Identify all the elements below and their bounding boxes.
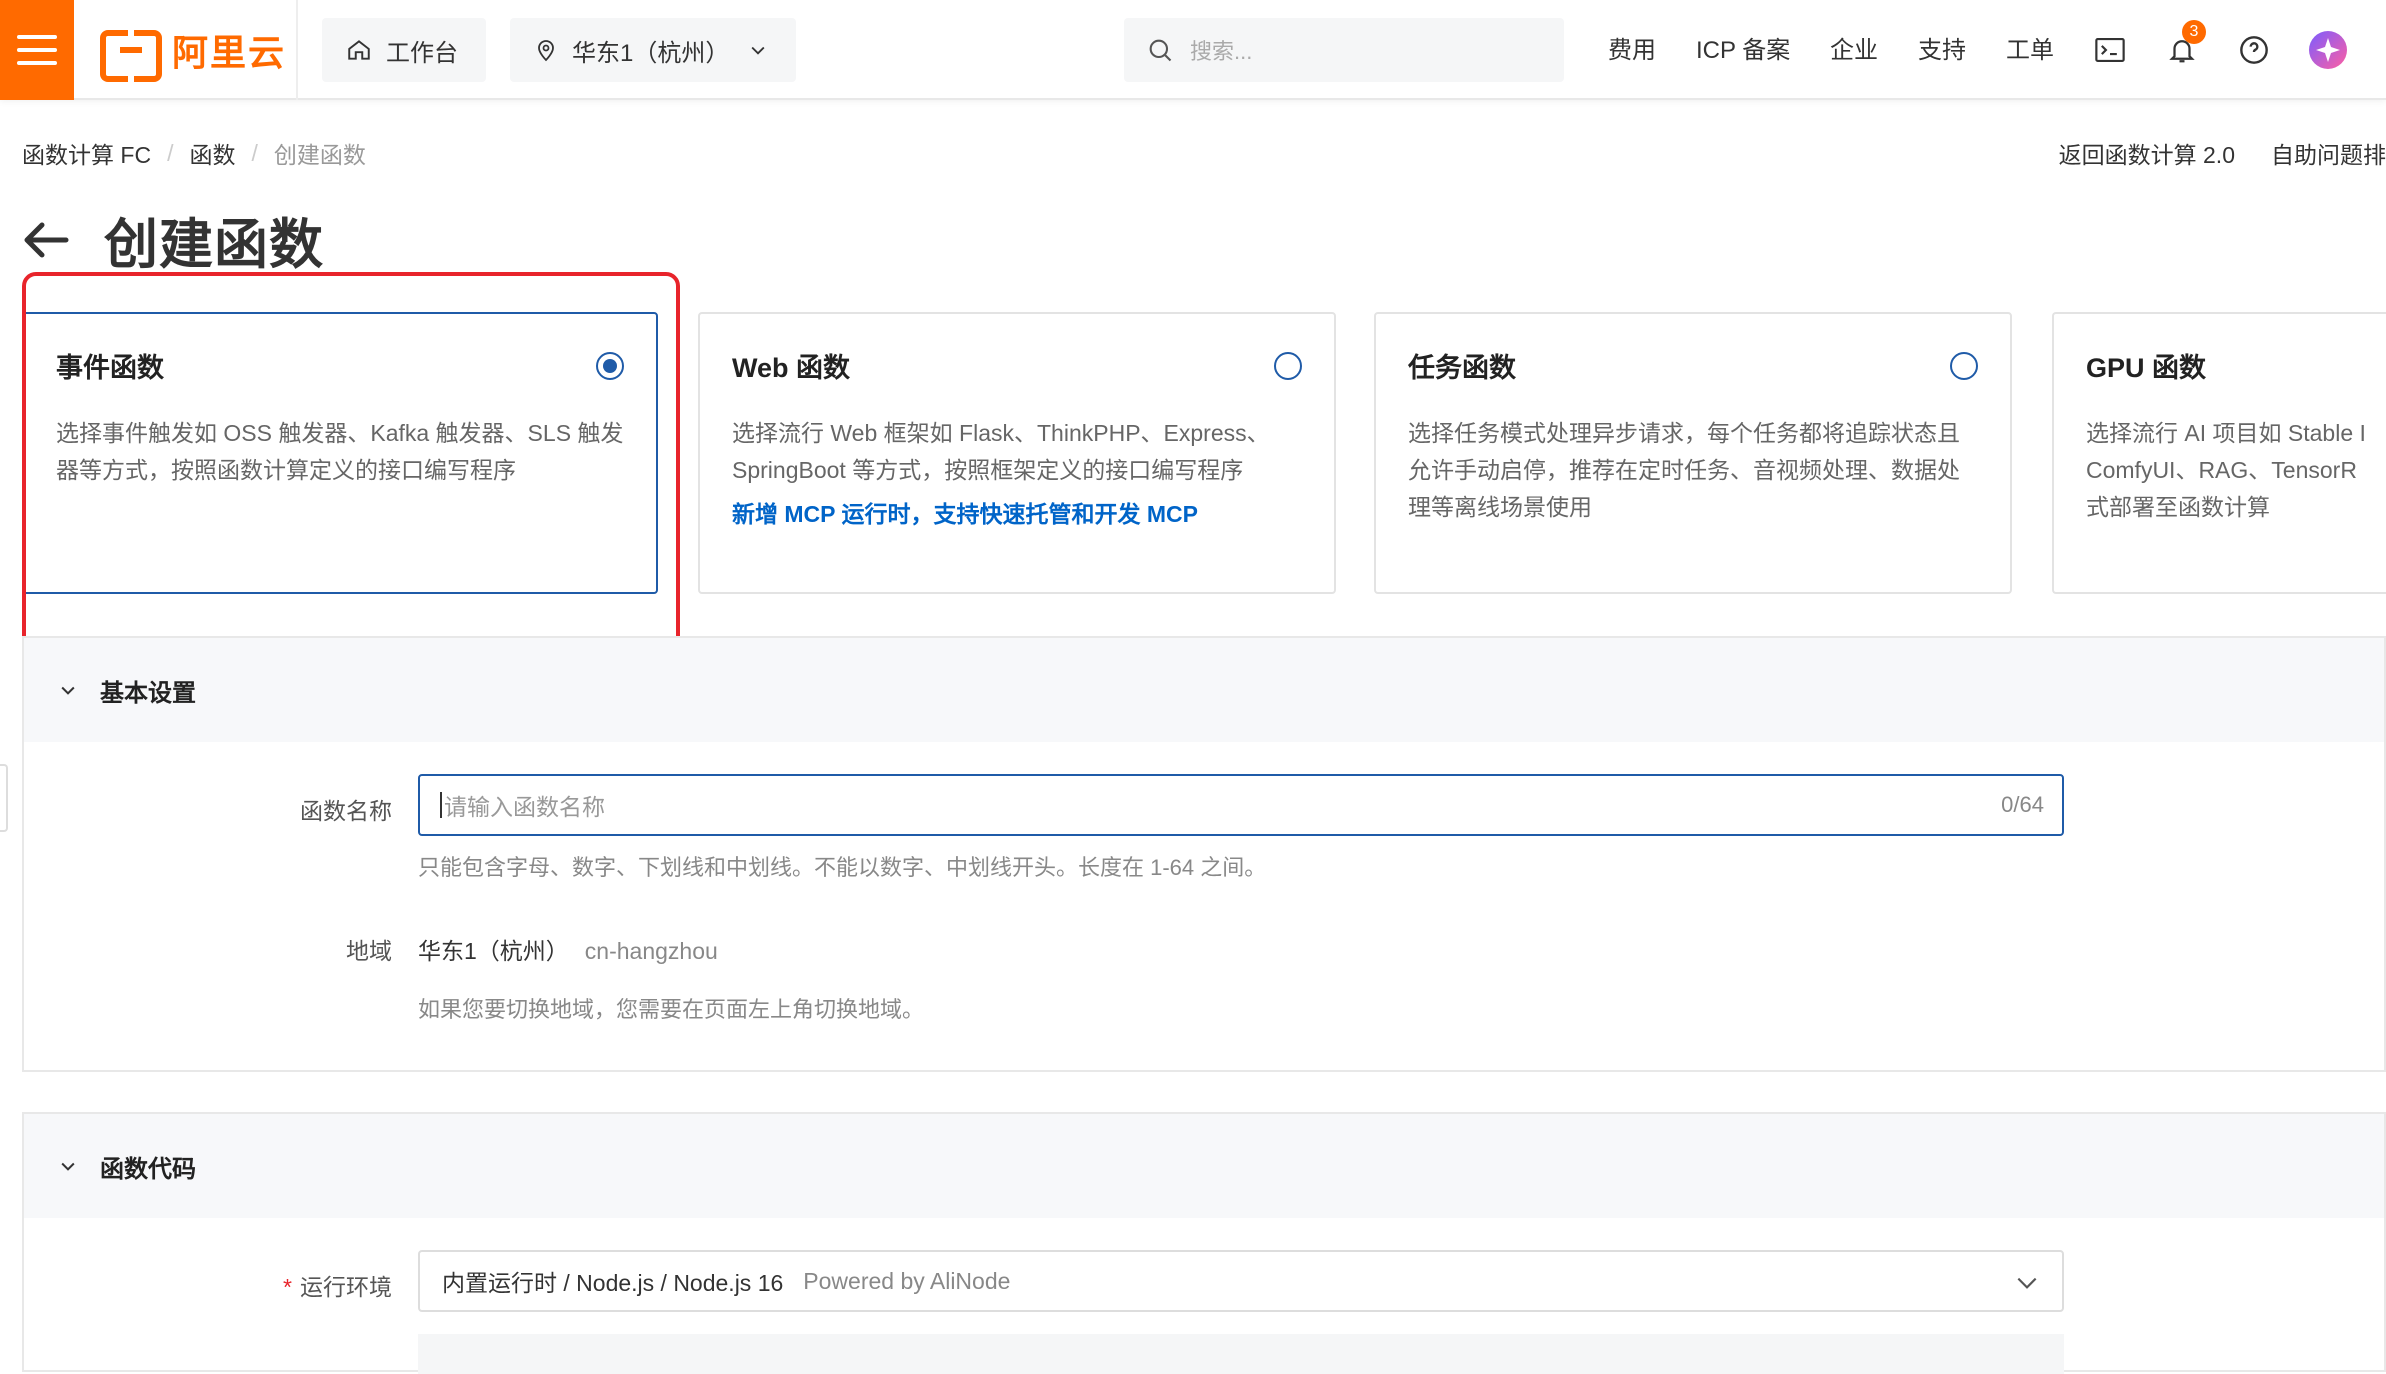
section-title: 基本设置	[100, 679, 196, 707]
terminal-icon[interactable]	[2088, 28, 2132, 72]
card-title: GPU 函数	[2086, 353, 2207, 383]
region-hint: 如果您要切换地域，您需要在页面左上角切换地域。	[418, 997, 925, 1022]
chevron-down-icon	[61, 686, 75, 695]
workbench-button[interactable]: 工作台	[322, 18, 486, 82]
page-header: 创建函数	[22, 200, 324, 279]
card-description: 选择任务模式处理异步请求，每个任务都将追踪状态且允许手动启停，推荐在定时任务、音…	[1408, 420, 1960, 520]
search-icon	[1149, 39, 1172, 62]
self-troubleshoot-link[interactable]: 自助问题排	[2271, 136, 2386, 170]
avatar[interactable]	[2306, 28, 2350, 72]
card-title: 任务函数	[1408, 353, 1516, 383]
bell-icon[interactable]: 3	[2160, 20, 2206, 72]
card-description: 选择流行 Web 框架如 Flask、ThinkPHP、Express、Spri…	[732, 420, 1270, 483]
logo-text: 阿里云	[172, 32, 287, 73]
breadcrumb-fc[interactable]: 函数计算 FC	[22, 136, 151, 170]
required-mark: *	[283, 1274, 292, 1300]
breadcrumb: 函数计算 FC / 函数 / 创建函数	[22, 136, 366, 170]
region-field-label: 地域	[346, 938, 392, 964]
home-icon	[348, 40, 370, 60]
card-description: 选择流行 AI 项目如 Stable I ComfyUI、RAG、TensorR…	[2086, 420, 2366, 520]
search-placeholder: 搜索...	[1190, 39, 1253, 64]
notification-badge: 3	[2182, 20, 2206, 44]
nav-icp[interactable]: ICP 备案	[1696, 30, 1790, 65]
section-title: 函数代码	[100, 1155, 196, 1183]
card-task-function[interactable]: 任务函数 选择任务模式处理异步请求，每个任务都将追踪状态且允许手动启停，推荐在定…	[1374, 312, 2012, 594]
card-gpu-function[interactable]: GPU 函数 选择流行 AI 项目如 Stable I ComfyUI、RAG、…	[2052, 312, 2386, 594]
card-title: Web 函数	[732, 353, 851, 383]
chevron-down-icon	[2017, 1277, 2037, 1289]
back-to-fc2-link[interactable]: 返回函数计算 2.0	[2059, 136, 2235, 170]
radio-unselected[interactable]	[1950, 352, 1978, 380]
region-selector[interactable]: 华东1（杭州）	[510, 18, 796, 82]
nav-ticket[interactable]: 工单	[2006, 30, 2054, 65]
menu-icon[interactable]	[0, 0, 74, 100]
help-icon[interactable]	[2232, 28, 2276, 72]
top-actions: 返回函数计算 2.0 自助问题排	[2059, 136, 2386, 170]
nav-enterprise[interactable]: 企业	[1830, 30, 1878, 65]
mcp-runtime-link[interactable]: 新增 MCP 运行时，支持快速托管和开发 MCP	[732, 495, 1302, 529]
breadcrumb-functions[interactable]: 函数	[189, 136, 235, 170]
chevron-down-icon	[61, 1162, 75, 1171]
breadcrumb-separator: /	[251, 139, 258, 166]
char-counter: 0/64	[2001, 792, 2044, 817]
card-event-function[interactable]: 事件函数 选择事件触发如 OSS 触发器、Kafka 触发器、SLS 触发器等方…	[22, 312, 658, 594]
runtime-value: 内置运行时 / Node.js / Node.js 16	[442, 1270, 784, 1296]
workbench-label: 工作台	[386, 39, 458, 67]
region-name: 华东1（杭州）	[418, 938, 569, 964]
section-header[interactable]: 函数代码	[24, 1114, 2384, 1218]
function-name-hint: 只能包含字母、数字、下划线和中划线。不能以数字、中划线开头。长度在 1-64 之…	[418, 855, 1267, 880]
breadcrumb-current: 创建函数	[273, 142, 366, 168]
nav-support[interactable]: 支持	[1918, 30, 1966, 65]
card-title: 事件函数	[56, 353, 164, 383]
aliyun-logo[interactable]: 阿里云	[100, 24, 287, 82]
side-panel-handle[interactable]	[0, 764, 8, 832]
function-name-input[interactable]: 请输入函数名称 0/64	[418, 774, 2064, 836]
nav-billing[interactable]: 费用	[1608, 30, 1656, 65]
region-label: 华东1（杭州）	[572, 39, 730, 67]
region-value: 华东1（杭州） cn-hangzhou	[418, 932, 718, 966]
runtime-subtitle: Powered by AliNode	[803, 1267, 1011, 1294]
page-title: 创建函数	[104, 215, 324, 275]
runtime-select[interactable]: 内置运行时 / Node.js / Node.js 16 Powered by …	[418, 1250, 2064, 1312]
function-name-placeholder: 请输入函数名称	[444, 794, 605, 820]
breadcrumb-separator: /	[167, 139, 174, 166]
runtime-detail-panel	[418, 1334, 2064, 1374]
region-code: cn-hangzhou	[584, 938, 718, 964]
radio-unselected[interactable]	[1274, 352, 1302, 380]
function-name-label: 函数名称	[300, 798, 392, 824]
back-arrow-icon[interactable]	[22, 220, 70, 260]
location-pin-icon	[538, 40, 554, 62]
function-code-section: 函数代码 * 运行环境 内置运行时 / Node.js / Node.js 16 …	[22, 1112, 2386, 1374]
runtime-label-text: 运行环境	[300, 1274, 392, 1300]
card-description: 选择事件触发如 OSS 触发器、Kafka 触发器、SLS 触发器等方式，按照函…	[56, 420, 624, 483]
section-header[interactable]: 基本设置	[24, 638, 2384, 742]
aliyun-logo-icon	[100, 30, 162, 82]
top-bar: 阿里云 工作台 华东1（杭州） 搜索... 费用 ICP 备案 企业 支持 工单…	[0, 0, 2386, 100]
divider	[296, 0, 298, 100]
radio-selected[interactable]	[596, 352, 624, 380]
card-web-function[interactable]: Web 函数 选择流行 Web 框架如 Flask、ThinkPHP、Expre…	[698, 312, 1336, 594]
search-input[interactable]: 搜索...	[1124, 18, 1564, 82]
basic-settings-section: 基本设置 函数名称 请输入函数名称 0/64 只能包含字母、数字、下划线和中划线…	[22, 636, 2386, 1072]
runtime-label: * 运行环境	[224, 1268, 392, 1302]
text-caret	[440, 792, 442, 818]
chevron-down-icon	[751, 46, 765, 55]
